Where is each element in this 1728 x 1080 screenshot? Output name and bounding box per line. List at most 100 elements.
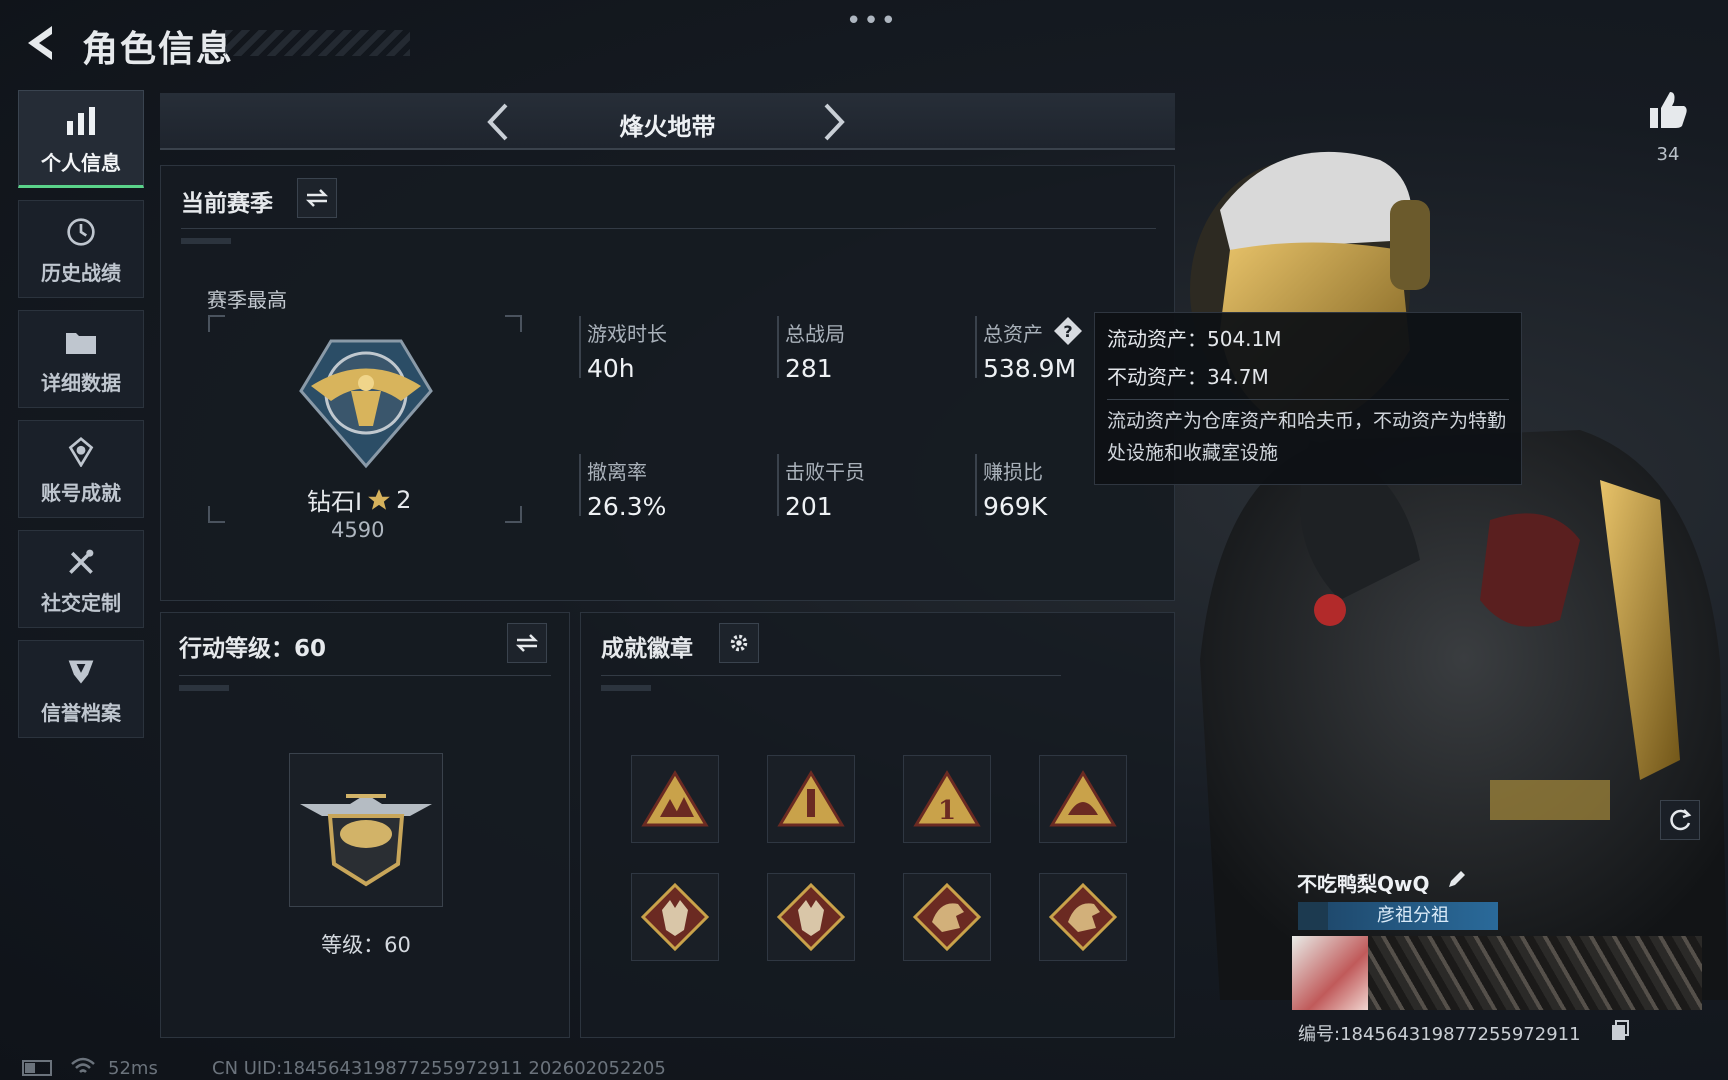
sidebar-item-history[interactable]: 历史战绩	[18, 200, 144, 298]
player-name: 不吃鸭梨QwQ	[1297, 872, 1430, 896]
badge-soldiers[interactable]	[631, 755, 719, 843]
sidebar-item-social-custom[interactable]: 社交定制	[18, 530, 144, 628]
star-icon	[368, 488, 390, 510]
clock-icon	[67, 218, 95, 246]
dragon-badge-icon	[912, 882, 982, 952]
svg-text:?: ?	[1063, 322, 1072, 341]
mode-title: 烽火地带	[619, 113, 716, 141]
badge-rocket[interactable]	[767, 755, 855, 843]
stat-value-profit-ratio: 969K	[983, 492, 1048, 521]
help-icon[interactable]: ?	[1053, 316, 1083, 346]
likes-count: 34	[1656, 144, 1680, 165]
player-title-badge: 彦祖分祖	[1328, 902, 1498, 930]
season-best-label: 赛季最高	[207, 288, 287, 312]
rocket-badge-icon	[777, 770, 845, 827]
level-emblem-frame	[289, 753, 443, 907]
thumbs-up-icon[interactable]	[1646, 88, 1690, 132]
badge-number-one[interactable]: 1	[903, 755, 991, 843]
stat-value-total-matches: 281	[785, 354, 833, 383]
stat-label-extract-rate: 撤离率	[587, 460, 647, 484]
mode-selector: 烽火地带	[160, 93, 1175, 150]
action-level-header: 行动等级：60	[179, 636, 327, 662]
rank-label: 钻石I 2	[307, 482, 427, 517]
badge-dragon-2[interactable]	[1039, 873, 1127, 961]
action-level-panel: 行动等级：60 等级：60	[160, 612, 570, 1038]
title-decoration	[225, 30, 410, 56]
badge-helmet[interactable]	[1039, 755, 1127, 843]
achievements-panel: 成就徽章 1	[580, 612, 1175, 1038]
stat-label-total-matches: 总战局	[785, 322, 845, 346]
stat-label-total-assets: 总资产	[983, 322, 1043, 346]
sidebar-item-label: 信誉档案	[41, 701, 121, 725]
badge-wolf-1[interactable]	[631, 873, 719, 961]
sidebar-item-personal-info[interactable]: 个人信息	[18, 90, 144, 188]
tooltip-note: 流动资产为仓库资产和哈夫币，不动资产为特勤处设施和收藏室设施	[1107, 410, 1507, 464]
sidebar-item-detail-data[interactable]: 详细数据	[18, 310, 144, 408]
banner-mechanical-image	[1368, 936, 1702, 1010]
sidebar-item-label: 社交定制	[41, 591, 121, 615]
svg-text:1: 1	[938, 796, 956, 826]
refresh-button[interactable]	[1660, 800, 1700, 840]
rank-name: 钻石I	[307, 488, 363, 516]
ping-text: 52ms	[108, 1058, 158, 1079]
number-one-badge-icon: 1	[913, 770, 981, 827]
character-render	[1160, 140, 1728, 1000]
tooltip-fixed-assets: 不动资产：34.7M	[1107, 365, 1269, 389]
tooltip-liquid-assets: 流动资产：504.1M	[1107, 327, 1282, 351]
medal-icon	[68, 437, 94, 468]
bar-chart-icon	[67, 107, 95, 135]
back-arrow-icon[interactable]	[20, 22, 62, 64]
stat-value-extract-rate: 26.3%	[587, 492, 667, 521]
badge-dragon-1[interactable]	[903, 873, 991, 961]
tools-icon	[69, 549, 94, 574]
copy-icon[interactable]	[1610, 1020, 1630, 1042]
shield-icon	[68, 660, 94, 684]
rank-points: 4590	[331, 518, 385, 542]
footer-uid: CN UID:184564319877255972911 20260205220…	[212, 1058, 666, 1079]
title-avatar	[1298, 902, 1328, 930]
helmet-badge-icon	[1049, 770, 1117, 827]
badge-wolf-2[interactable]	[767, 873, 855, 961]
swap-icon	[515, 634, 539, 652]
switch-level-button[interactable]	[507, 623, 547, 663]
sidebar-item-achievements[interactable]: 账号成就	[18, 420, 144, 518]
season-header: 当前赛季	[181, 191, 273, 217]
sidebar-item-label: 账号成就	[41, 481, 121, 505]
more-options-icon[interactable]: •••	[846, 6, 898, 36]
switch-season-button[interactable]	[297, 178, 337, 218]
soldiers-badge-icon	[641, 770, 709, 827]
refresh-icon	[1670, 809, 1692, 831]
sidebar-item-credit-record[interactable]: 信誉档案	[18, 640, 144, 738]
edit-icon[interactable]	[1446, 868, 1468, 890]
stat-label-playtime: 游戏时长	[587, 322, 667, 346]
dragon-badge-icon	[1048, 882, 1118, 952]
page-title: 角色信息	[82, 29, 235, 70]
wifi-icon	[71, 1057, 95, 1073]
helicopter-emblem-icon	[300, 794, 432, 887]
stat-value-playtime: 40h	[587, 354, 635, 383]
gear-icon	[730, 634, 748, 652]
achievements-header: 成就徽章	[601, 636, 693, 662]
badge-settings-button[interactable]	[719, 623, 759, 663]
stat-value-operators-defeated: 201	[785, 492, 833, 521]
banner-anime-image	[1292, 936, 1368, 1010]
wolf-badge-icon	[640, 882, 710, 952]
level-text: 等级：60	[321, 933, 411, 957]
sidebar-item-label: 详细数据	[41, 371, 121, 395]
folder-icon	[66, 333, 96, 354]
battery-icon	[22, 1060, 52, 1076]
swap-icon	[305, 189, 329, 207]
assets-tooltip: 流动资产：504.1M 不动资产：34.7M 流动资产为仓库资产和哈夫币，不动资…	[1094, 312, 1522, 485]
chevron-right-icon[interactable]	[820, 101, 850, 143]
wolf-badge-icon	[776, 882, 846, 952]
sidebar-item-label: 历史战绩	[41, 261, 121, 285]
rank-stars: 2	[396, 485, 412, 514]
player-uid: 编号:18456431987725597291​1	[1298, 1024, 1581, 1045]
sidebar-item-label: 个人信息	[41, 151, 121, 175]
stat-label-operators-defeated: 击败干员	[785, 460, 865, 484]
diamond-rank-emblem-icon	[299, 339, 433, 469]
season-panel: 当前赛季 赛季最高 钻石I 2 4590 游戏时长 40h 总战局 281 总资…	[160, 165, 1175, 601]
stat-label-profit-ratio: 赚损比	[983, 460, 1043, 484]
player-banner[interactable]	[1292, 936, 1702, 1010]
stat-value-total-assets: 538.9M	[983, 354, 1077, 383]
